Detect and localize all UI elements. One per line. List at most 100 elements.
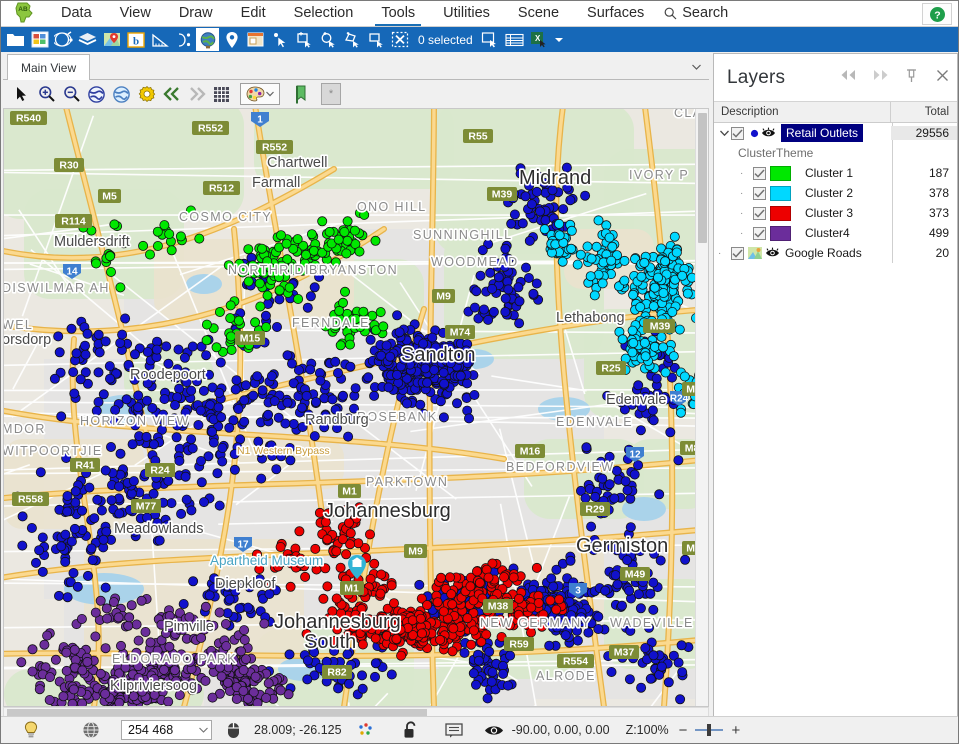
map-pin-image-icon[interactable]	[100, 28, 123, 51]
map-horizontal-scroll-thumb[interactable]	[7, 709, 427, 716]
scatter-points-icon[interactable]	[342, 717, 390, 744]
open-folder-icon[interactable]	[4, 28, 27, 51]
globe-wire-icon[interactable]	[61, 717, 121, 744]
search-icon	[664, 7, 677, 19]
layer-visibility-checkbox[interactable]	[753, 206, 766, 220]
select-circle-icon[interactable]	[316, 28, 339, 51]
pin-marker-icon[interactable]	[220, 28, 243, 51]
scale-combo[interactable]: 254 468	[121, 717, 212, 744]
clear-selection-icon[interactable]	[388, 28, 411, 51]
layer-row[interactable]: · Cluster 3 373	[714, 203, 957, 223]
menu-item-utilities[interactable]: Utilities	[429, 1, 504, 26]
map-vertical-scroll-thumb[interactable]	[698, 113, 707, 243]
layer-visibility-checkbox[interactable]	[731, 126, 744, 140]
zoom-out-icon[interactable]	[59, 82, 84, 107]
layer-row[interactable]: · Cluster4 499	[714, 223, 957, 243]
color-palette-icon	[246, 86, 265, 101]
layer-visibility-checkbox[interactable]	[753, 186, 766, 200]
pointer-arrow-icon[interactable]	[9, 82, 34, 107]
zoom-in-button[interactable]: +	[731, 723, 740, 738]
layer-eye-icon[interactable]	[761, 126, 776, 140]
map-canvas[interactable]: R540 R552 R552 1 Chartwell Chartwell Farmall Fa…	[3, 109, 709, 707]
layers-stack-icon[interactable]	[76, 28, 99, 51]
zoom-in-icon[interactable]	[34, 82, 59, 107]
menu-item-scene[interactable]: Scene	[504, 1, 573, 26]
close-icon[interactable]	[933, 66, 951, 84]
step-back-icon[interactable]	[159, 82, 184, 107]
menu-item-tools[interactable]: Tools	[367, 1, 429, 26]
svg-text:Sandton: Sandton	[401, 344, 476, 366]
expand-all-icon[interactable]	[871, 66, 889, 84]
layer-row[interactable]: · Google Roads 20	[714, 243, 957, 263]
svg-text:R558: R558	[18, 494, 43, 506]
menu-item-draw[interactable]: Draw	[165, 1, 227, 26]
layer-row[interactable]: · Cluster 2 378	[714, 183, 957, 203]
grid-icon[interactable]	[209, 82, 234, 107]
select-point-icon[interactable]	[268, 28, 291, 51]
menu-item-edit[interactable]: Edit	[227, 1, 280, 26]
layer-visibility-checkbox[interactable]	[753, 166, 766, 180]
favorites-star-button[interactable]: *	[321, 83, 341, 105]
excel-export-icon[interactable]: X	[527, 28, 550, 51]
measure-ruler-icon[interactable]	[148, 28, 171, 51]
pin-icon[interactable]	[902, 66, 920, 84]
svg-text:N1 Western Bypass: N1 Western Bypass	[237, 445, 330, 457]
layer-total-count: 378	[928, 186, 949, 200]
menu-item-surfaces[interactable]: Surfaces	[573, 1, 658, 26]
layer-row[interactable]: · Cluster 1 187	[714, 163, 957, 183]
select-polygon-icon[interactable]	[340, 28, 363, 51]
tab-overflow-caret-icon[interactable]	[689, 60, 703, 74]
step-forward-icon[interactable]	[184, 82, 209, 107]
zoom-previous-globe-icon[interactable]	[109, 82, 134, 107]
palette-globe-icon[interactable]	[52, 28, 75, 51]
menu-item-selection[interactable]: Selection	[280, 1, 368, 26]
table-data-icon[interactable]	[28, 28, 51, 51]
menu-item-data[interactable]: Data	[47, 1, 106, 26]
color-palette-dropdown[interactable]	[240, 83, 280, 105]
menu-search-label: Search	[682, 5, 729, 21]
svg-text:ROSEBANK: ROSEBANK	[357, 410, 438, 424]
map-vertical-scrollbar[interactable]	[695, 109, 708, 706]
unlock-icon[interactable]	[390, 717, 432, 744]
svg-text:M38: M38	[488, 601, 509, 613]
toolbar-overflow-caret-icon[interactable]	[551, 28, 567, 51]
layer-visibility-checkbox[interactable]	[753, 226, 766, 240]
attribute-table-icon[interactable]	[503, 28, 526, 51]
zoom-out-button[interactable]: −	[679, 723, 688, 738]
network-trace-icon[interactable]	[172, 28, 195, 51]
help-button[interactable]: ?	[922, 3, 952, 25]
zoom-extents-globe-icon[interactable]	[84, 82, 109, 107]
bing-maps-icon[interactable]: b	[124, 28, 147, 51]
selection-export-icon[interactable]	[479, 28, 502, 51]
svg-text:ELDORADO PARK: ELDORADO PARK	[112, 652, 237, 666]
point-symbol-icon	[748, 129, 761, 138]
svg-text:M74: M74	[450, 327, 471, 339]
column-description: Description	[714, 102, 891, 122]
message-icon[interactable]	[432, 717, 476, 744]
menu-bar: AB Data View Draw Edit Selection Tools Utiliti…	[1, 1, 958, 27]
menu-item-view[interactable]: View	[106, 1, 165, 26]
select-rectangle-icon[interactable]	[292, 28, 315, 51]
zoom-slider-control[interactable]: − +	[669, 717, 741, 744]
select-polyline-icon[interactable]	[364, 28, 387, 51]
svg-text:M49: M49	[625, 569, 646, 581]
svg-text:b: b	[132, 35, 138, 47]
menu-item-label: Scene	[517, 5, 560, 21]
collapse-all-icon[interactable]	[840, 66, 858, 84]
legend-window-icon[interactable]	[244, 28, 267, 51]
svg-text:R114: R114	[61, 216, 86, 228]
globe-scene-icon[interactable]	[196, 28, 219, 51]
layer-visibility-checkbox[interactable]	[731, 246, 744, 260]
expand-collapse-icon[interactable]	[718, 130, 731, 137]
layer-row[interactable]: ClusterTheme	[714, 143, 957, 163]
lightbulb-icon[interactable]	[1, 717, 61, 744]
layer-total-count: 499	[928, 226, 949, 240]
svg-text:M1: M1	[344, 583, 359, 595]
layer-row[interactable]: Retail Outlets 29556	[714, 123, 957, 143]
menu-search[interactable]: Search	[658, 1, 738, 26]
layer-label: Cluster 2	[805, 186, 854, 200]
tab-main-view[interactable]: Main View	[7, 54, 91, 80]
layer-eye-icon[interactable]	[765, 246, 780, 260]
bookmark-flag-icon[interactable]	[288, 82, 313, 107]
settings-gear-icon[interactable]	[134, 82, 159, 107]
